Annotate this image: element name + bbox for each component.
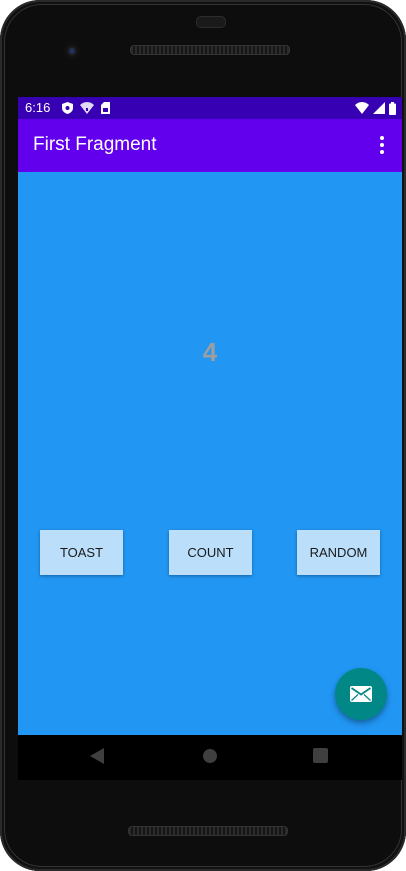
phone-frame: 6:16 First Fragment 4 TOAST COUNT RANDOM — [0, 0, 406, 871]
system-navigation-bar — [18, 735, 402, 780]
signal-icon — [373, 102, 385, 114]
count-button[interactable]: COUNT — [169, 530, 252, 575]
menu-dot — [380, 143, 384, 147]
back-triangle-icon[interactable] — [90, 748, 104, 764]
wifi-question-icon — [80, 102, 94, 114]
recents-square-icon[interactable] — [313, 748, 328, 763]
email-icon — [350, 686, 372, 702]
status-time: 6:16 — [25, 100, 51, 115]
sim-card-icon — [101, 102, 110, 114]
status-bar: 6:16 — [18, 97, 402, 119]
toast-button[interactable]: TOAST — [40, 530, 123, 575]
menu-dot — [380, 150, 384, 154]
app-bar: First Fragment — [18, 119, 402, 172]
status-notification-icons — [62, 101, 110, 115]
more-vert-icon[interactable] — [370, 132, 394, 158]
status-system-icons — [355, 101, 396, 115]
top-speaker-grille — [130, 45, 290, 55]
wifi-icon — [355, 102, 369, 114]
front-camera — [64, 43, 80, 59]
counter-value: 4 — [202, 337, 218, 367]
battery-icon — [389, 101, 396, 115]
menu-dot — [380, 136, 384, 140]
earpiece — [196, 16, 226, 28]
home-circle-icon[interactable] — [202, 748, 218, 764]
random-button[interactable]: RANDOM — [297, 530, 380, 575]
app-title: First Fragment — [33, 134, 157, 155]
bottom-speaker-grille — [128, 826, 288, 836]
shield-icon — [62, 102, 73, 114]
email-fab-button[interactable] — [335, 668, 387, 720]
app-screen: 6:16 First Fragment 4 TOAST COUNT RANDOM — [18, 97, 402, 735]
